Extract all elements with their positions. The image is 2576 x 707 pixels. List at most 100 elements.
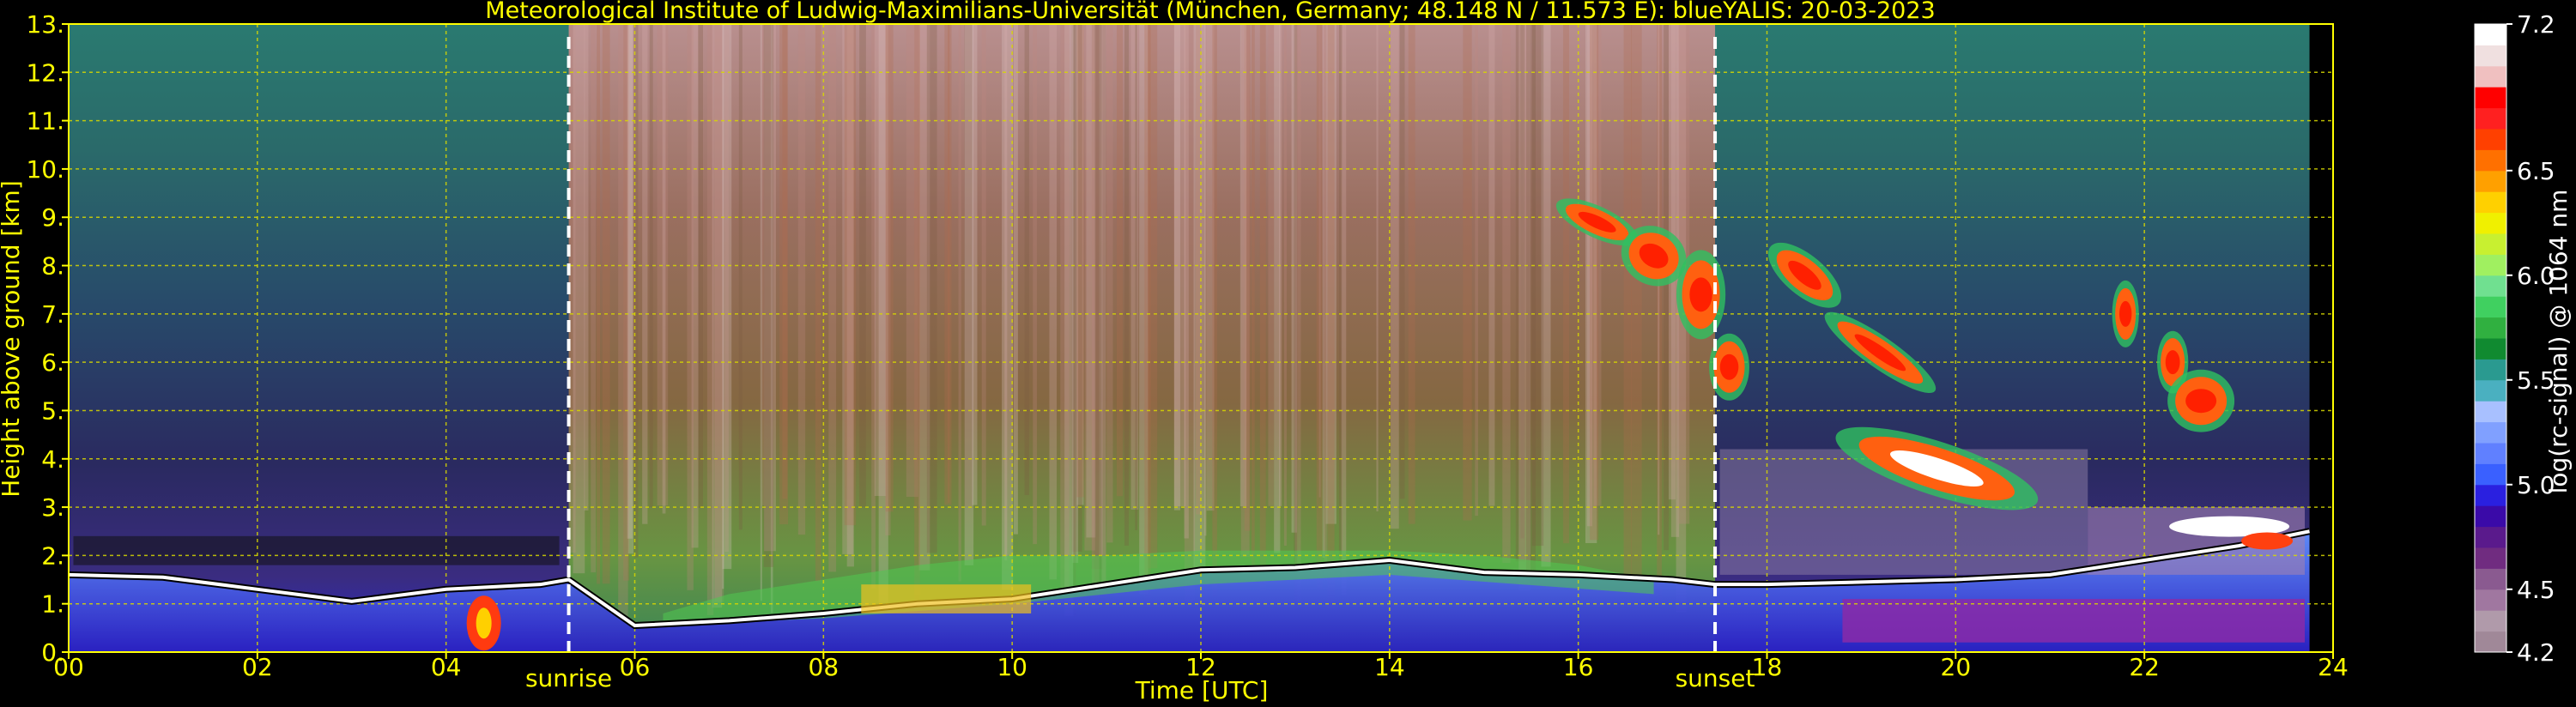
colorbar-tick-label: 7.2 xyxy=(2517,10,2555,39)
noise-streak xyxy=(1531,24,1544,547)
y-tick-label: 3. xyxy=(41,493,64,522)
noise-streak xyxy=(1252,24,1255,581)
x-axis-label: Time [UTC] xyxy=(1135,676,1269,704)
noise-streak xyxy=(885,24,894,512)
noise-streak xyxy=(1084,24,1095,551)
noise-streak xyxy=(591,24,596,573)
noise-streak xyxy=(964,24,974,565)
noise-streak xyxy=(1274,24,1281,553)
noise-streak xyxy=(597,24,600,584)
noise-streak xyxy=(687,24,694,590)
noise-streak xyxy=(828,24,837,572)
colorbar-segment xyxy=(2475,275,2506,297)
colorbar-segment xyxy=(2475,589,2506,611)
noise-streak xyxy=(815,24,821,582)
colorbar-segment xyxy=(2475,45,2506,67)
noise-streak xyxy=(1463,24,1472,521)
x-tick-label: 08 xyxy=(809,653,839,681)
cloud-core xyxy=(1719,354,1739,380)
noise-streak xyxy=(1101,24,1106,594)
noise-streak xyxy=(1148,24,1158,569)
no-signal-patch xyxy=(73,535,560,565)
colorbar-segment xyxy=(2475,212,2506,234)
colorbar-segment xyxy=(2475,631,2506,653)
colorbar-segment xyxy=(2475,338,2506,360)
noise-streak xyxy=(1631,24,1642,589)
colorbar-tick-label: 6.5 xyxy=(2517,157,2555,185)
colorbar-segment xyxy=(2475,129,2506,150)
colorbar-segment xyxy=(2475,24,2506,45)
noise-streak xyxy=(874,24,887,497)
x-tick-label: 24 xyxy=(2318,653,2349,681)
colorbar-segment xyxy=(2475,610,2506,632)
colorbar-segment xyxy=(2475,170,2506,192)
noise-streak xyxy=(1193,24,1206,575)
noise-streak xyxy=(760,24,762,601)
colorbar-segment xyxy=(2475,87,2506,109)
noise-streak xyxy=(1124,24,1129,546)
noise-streak xyxy=(1408,24,1415,524)
low-cloud-core xyxy=(2241,532,2294,550)
y-tick-label: 2. xyxy=(41,541,64,570)
noise-streak xyxy=(1502,24,1511,564)
colorbar-tick-label: 4.5 xyxy=(2517,576,2555,604)
noise-streak xyxy=(1590,24,1599,541)
x-tick-label: 14 xyxy=(1374,653,1405,681)
noise-streak xyxy=(642,24,648,524)
noise-streak xyxy=(981,24,986,526)
sun-marker-label: sunset xyxy=(1676,664,1755,692)
colorbar-segment xyxy=(2475,505,2506,528)
colorbar-segment xyxy=(2475,233,2506,255)
colorbar-segment xyxy=(2475,421,2506,444)
noise-streak xyxy=(1318,24,1321,498)
y-axis-label: Height above ground [km] xyxy=(0,180,25,498)
cloud-core xyxy=(2165,350,2180,375)
noise-streak xyxy=(1324,24,1328,581)
colorbar-segment xyxy=(2475,568,2506,590)
colorbar-tick-label: 4.2 xyxy=(2517,638,2555,667)
noise-streak xyxy=(1135,24,1137,530)
noise-streak xyxy=(1033,24,1037,545)
noise-streak xyxy=(1294,24,1298,610)
x-tick-label: 20 xyxy=(1941,653,1972,681)
y-tick-label: 5. xyxy=(41,396,64,425)
y-tick-label: 10. xyxy=(26,155,64,184)
colorbar-segment xyxy=(2475,191,2506,214)
noise-streak xyxy=(1327,24,1335,609)
colorbar: 4.24.55.05.56.06.57.2 xyxy=(2474,10,2555,667)
colorbar-segment xyxy=(2475,254,2506,276)
y-tick-label: 11. xyxy=(26,107,64,136)
y-tick-label: 8. xyxy=(41,252,64,281)
colorbar-segment xyxy=(2475,401,2506,423)
cirrus-cloud xyxy=(2167,369,2235,432)
noise-streak xyxy=(906,24,918,498)
y-tick-label: 4. xyxy=(41,445,64,474)
cloud-core xyxy=(2185,389,2217,414)
y-tick-label: 9. xyxy=(41,203,64,232)
colorbar-segment xyxy=(2475,547,2506,569)
x-tick-label: 16 xyxy=(1563,653,1594,681)
colorbar-segment xyxy=(2475,463,2506,486)
noise-streak xyxy=(722,24,724,589)
noise-streak xyxy=(738,24,742,530)
noise-streak xyxy=(1060,24,1070,592)
noise-streak xyxy=(1073,24,1076,618)
noise-streak xyxy=(1391,24,1399,529)
noise-streak xyxy=(662,24,666,514)
x-tick-label: 18 xyxy=(1752,653,1783,681)
noise-streak xyxy=(618,24,628,620)
aerosol-plume-core xyxy=(476,607,492,639)
noise-streak xyxy=(763,24,774,567)
noise-streak xyxy=(1376,24,1379,512)
y-tick-label: 6. xyxy=(41,348,64,377)
noise-streak xyxy=(602,24,610,584)
noise-streak xyxy=(1341,24,1347,595)
noise-streak xyxy=(1024,24,1029,496)
noise-streak xyxy=(958,24,961,582)
colorbar-segment xyxy=(2475,296,2506,318)
noise-streak xyxy=(797,24,806,535)
colorbar-segment xyxy=(2475,317,2506,339)
noise-streak xyxy=(1283,24,1287,547)
noise-streak xyxy=(1004,24,1008,561)
x-tick-label: 06 xyxy=(620,653,651,681)
